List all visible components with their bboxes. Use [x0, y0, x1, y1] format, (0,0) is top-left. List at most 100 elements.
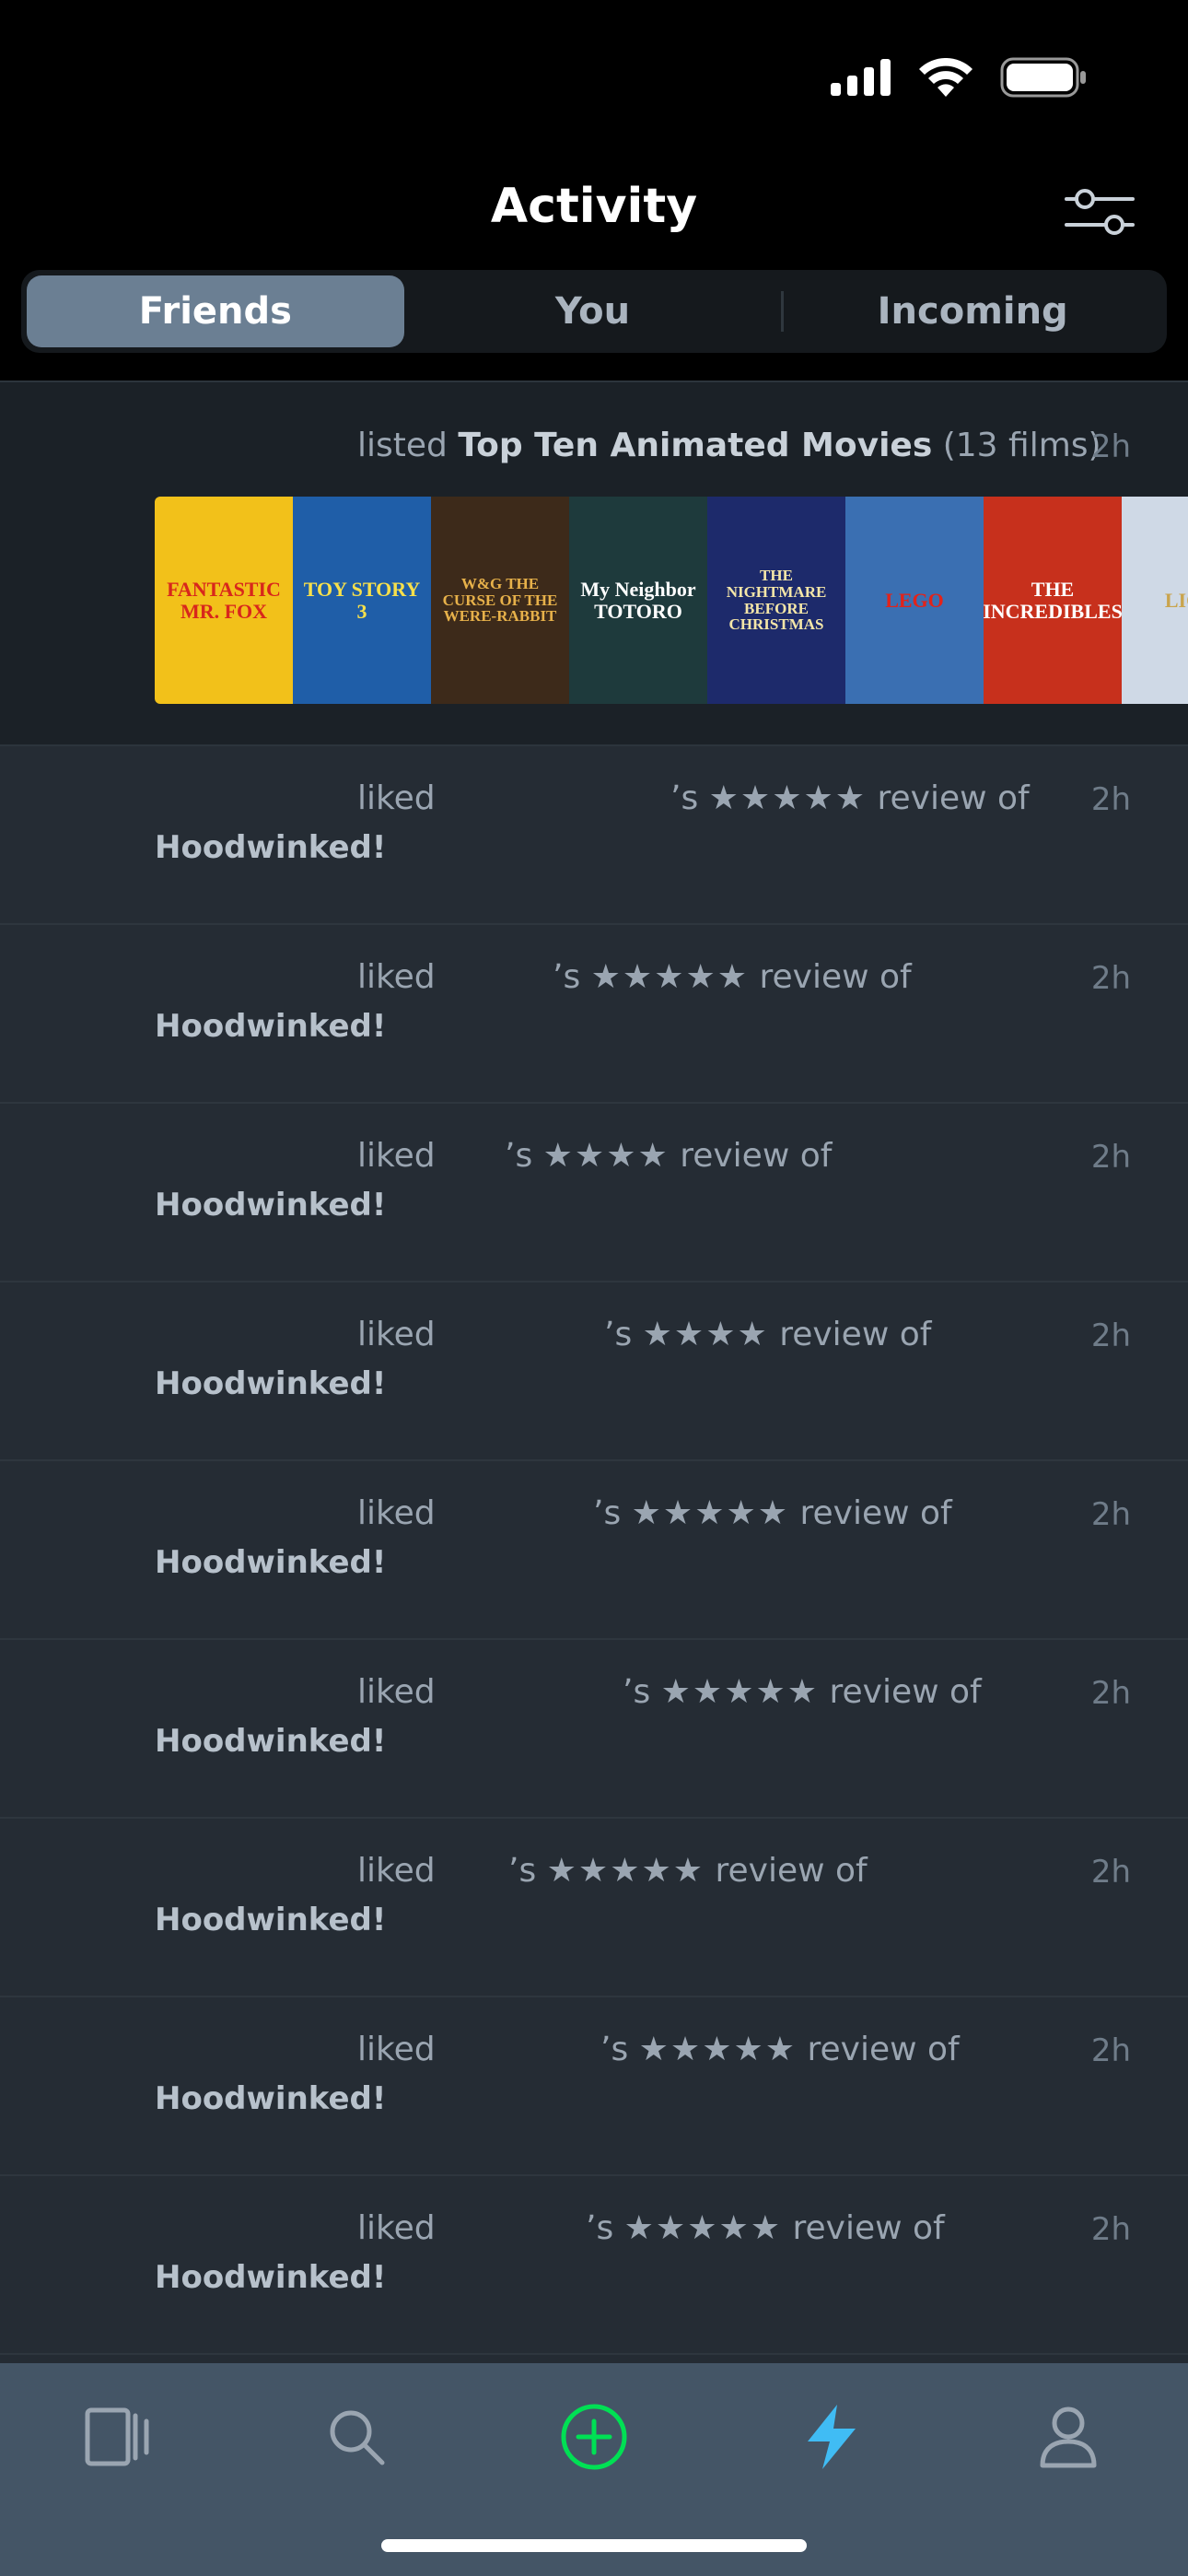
tab-add[interactable] [539, 2391, 649, 2483]
timestamp: 2h [1090, 781, 1131, 818]
possessive-suffix: ’s [586, 2209, 614, 2247]
possessive-suffix: ’s [508, 1852, 537, 1890]
film-title-link[interactable]: Hoodwinked! [155, 2259, 386, 2296]
activity-feed[interactable]: listed Top Ten Animated Movies (13 films… [0, 381, 1188, 2363]
tab-friends[interactable]: Friends [27, 275, 404, 347]
review-summary: ’s ★★★★★ review of [593, 1494, 952, 1532]
film-poster[interactable]: TOY STORY 3 [293, 497, 431, 704]
activity-row[interactable]: liked ’s ★★★★★ review of 2h Hoodwinked! [0, 746, 1188, 925]
activity-list: liked’s ★★★★★ review of 2h Hoodwinked! like… [0, 746, 1188, 2355]
review-summary: ’s ★★★★★ review of [508, 1852, 868, 1890]
review-label: review of [779, 1316, 932, 1353]
star-rating: ★★★★★ [660, 1673, 820, 1711]
activity-verb: liked [357, 2031, 436, 2068]
review-summary: ’s ★★★★★ review of [670, 779, 1030, 817]
activity-row[interactable]: liked ’s ★★★★★ review of 2h Hoodwinked! [0, 1640, 1188, 1819]
activity-verb: liked [357, 1316, 436, 1353]
activity-row[interactable]: liked ’s ★★★★★ review of 2h Hoodwinked! [0, 2176, 1188, 2355]
activity-verb: liked [357, 1137, 436, 1175]
segmented-control: Friends You Incoming [21, 270, 1167, 353]
film-title-link[interactable]: Hoodwinked! [155, 1365, 386, 1402]
activity-row[interactable]: liked ’s ★★★★★ review of 2h Hoodwinked! [0, 1819, 1188, 1997]
poster-title: W&G THE CURSE OF THE WERE-RABBIT [442, 574, 558, 626]
film-poster[interactable]: LEGO [845, 497, 984, 704]
review-label: review of [829, 1673, 982, 1711]
film-title-link[interactable]: Hoodwinked! [155, 1544, 386, 1581]
activity-row[interactable]: liked ’s ★★★★★ review of 2h Hoodwinked! [0, 1461, 1188, 1640]
possessive-suffix: ’s [505, 1137, 533, 1175]
review-summary: ’s ★★★★ review of [505, 1137, 832, 1175]
battery-icon [1000, 57, 1086, 98]
activity-verb: listed [357, 427, 448, 464]
poster-title: THE NIGHTMARE BEFORE CHRISTMAS [726, 566, 827, 634]
possessive-suffix: ’s [600, 2031, 629, 2068]
list-count: (13 films) [942, 427, 1101, 464]
timestamp: 2h [1090, 1139, 1131, 1176]
star-rating: ★★★★ [542, 1137, 670, 1175]
poster-strip[interactable]: FANTASTIC MR. FOX TOY STORY 3 W&G THE CURS… [155, 497, 1188, 704]
tab-you[interactable]: You [404, 275, 782, 347]
tab-films[interactable] [63, 2391, 173, 2483]
tab-activity[interactable] [776, 2391, 887, 2483]
list-activity-item[interactable]: listed Top Ten Animated Movies (13 films… [0, 381, 1188, 746]
tab-incoming[interactable]: Incoming [784, 275, 1161, 347]
star-rating: ★★★★★ [623, 2209, 783, 2247]
poster-title: LION [1164, 588, 1188, 612]
review-label: review of [715, 1852, 868, 1890]
possessive-suffix: ’s [670, 779, 699, 817]
poster-title: My Neighbor TOTORO [580, 578, 696, 623]
timestamp: 2h [1090, 1496, 1131, 1533]
review-summary: ’s ★★★★★ review of [623, 1673, 982, 1711]
timestamp: 2h [1090, 1675, 1131, 1712]
activity-row[interactable]: liked ’s ★★★★ review of 2h Hoodwinked! [0, 1104, 1188, 1282]
review-label: review of [759, 958, 912, 996]
activity-verb: liked [357, 779, 436, 817]
activity-verb: liked [357, 2209, 436, 2247]
list-name[interactable]: Top Ten Animated Movies [458, 427, 932, 464]
review-label: review of [680, 1137, 833, 1175]
film-poster[interactable]: My Neighbor TOTORO [569, 497, 707, 704]
star-rating: ★★★★ [642, 1316, 769, 1353]
page-title: Activity [490, 179, 698, 234]
film-title-link[interactable]: Hoodwinked! [155, 1902, 386, 1938]
film-poster[interactable]: THE NIGHTMARE BEFORE CHRISTMAS [707, 497, 845, 704]
activity-row[interactable]: liked ’s ★★★★★ review of 2h Hoodwinked! [0, 1997, 1188, 2176]
poster-title: FANTASTIC MR. FOX [167, 578, 281, 623]
profile-icon [1040, 2406, 1097, 2468]
film-poster[interactable]: THE INCREDIBLES [984, 497, 1122, 704]
header: Activity [0, 157, 1188, 263]
film-title-link[interactable]: Hoodwinked! [155, 2080, 386, 2117]
segment-control-wrapper: Friends You Incoming [0, 263, 1188, 381]
film-title-link[interactable]: Hoodwinked! [155, 1008, 386, 1045]
activity-icon [808, 2405, 856, 2469]
tab-search[interactable] [301, 2391, 412, 2483]
review-summary: ’s ★★★★ review of [604, 1316, 931, 1353]
possessive-suffix: ’s [623, 1673, 651, 1711]
activity-row[interactable]: liked ’s ★★★★ review of 2h Hoodwinked! [0, 1282, 1188, 1461]
review-summary: ’s ★★★★★ review of [586, 2209, 945, 2247]
home-indicator [381, 2539, 807, 2552]
activity-row[interactable]: liked ’s ★★★★★ review of 2h Hoodwinked! [0, 925, 1188, 1104]
film-poster[interactable]: W&G THE CURSE OF THE WERE-RABBIT [431, 497, 569, 704]
signal-icon [831, 59, 891, 96]
timestamp: 2h [1090, 2211, 1131, 2248]
film-poster[interactable]: LION [1122, 497, 1188, 704]
timestamp: 2h [1090, 428, 1131, 465]
status-bar [0, 0, 1188, 157]
film-title-link[interactable]: Hoodwinked! [155, 1187, 386, 1224]
filter-button[interactable] [1063, 184, 1136, 240]
timestamp: 2h [1090, 2032, 1131, 2069]
tab-profile[interactable] [1013, 2391, 1124, 2483]
film-title-link[interactable]: Hoodwinked! [155, 829, 386, 866]
activity-verb: liked [357, 958, 436, 996]
star-rating: ★★★★★ [631, 1494, 790, 1532]
poster-title: LEGO [885, 588, 944, 612]
film-title-link[interactable]: Hoodwinked! [155, 1723, 386, 1760]
review-summary: ’s ★★★★★ review of [600, 2031, 960, 2068]
sliders-icon [1065, 189, 1135, 235]
review-label: review of [799, 1494, 952, 1532]
film-poster[interactable]: FANTASTIC MR. FOX [155, 497, 293, 704]
star-rating: ★★★★★ [708, 779, 868, 817]
star-rating: ★★★★★ [546, 1852, 705, 1890]
review-label: review of [877, 779, 1030, 817]
